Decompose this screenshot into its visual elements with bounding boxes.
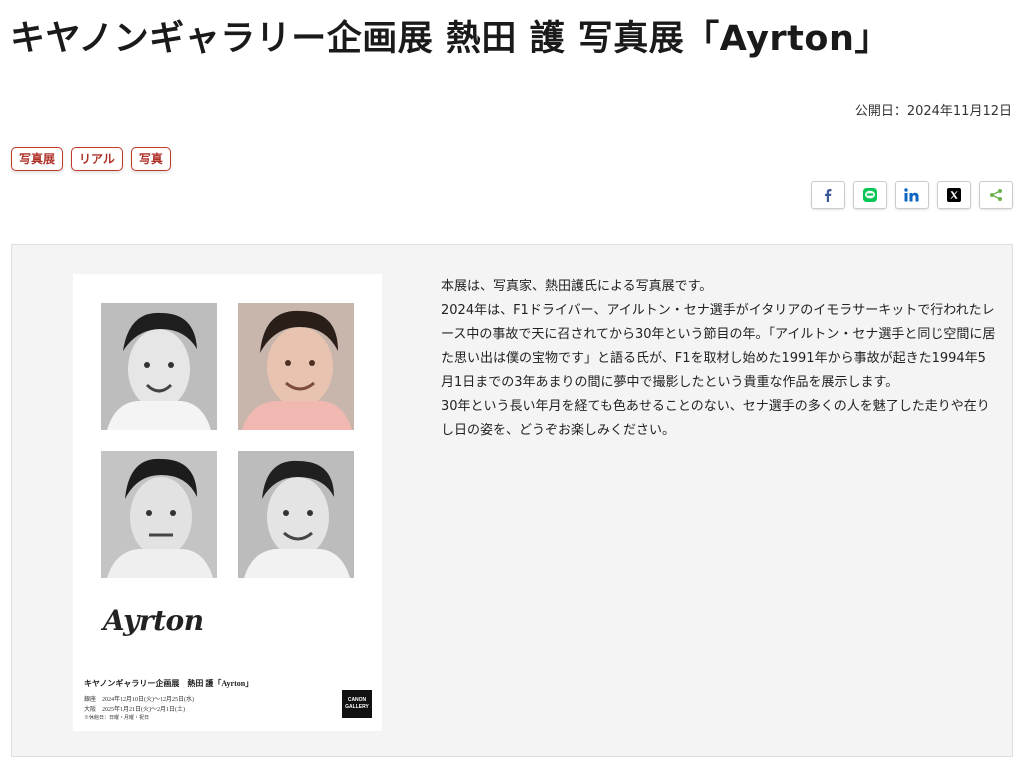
x-share-button[interactable] xyxy=(937,181,971,209)
publish-date: 公開日：2024年11月12日 xyxy=(854,104,1012,119)
portrait-photo-4 xyxy=(238,451,354,578)
tag-real[interactable]: リアル xyxy=(71,147,123,171)
gallery-badge-line1: CANON xyxy=(347,697,367,703)
exhibition-content: Ayrton キヤノンギャラリー企画展 熱田 護「Ayrton」 銀座 2024… xyxy=(11,244,1013,757)
portrait-photo-2-image xyxy=(238,303,354,430)
poster-closed-days: ※休館日：日曜・月曜・祝日 xyxy=(84,716,150,721)
gallery-badge-line2: GALLERY xyxy=(345,704,369,710)
exhibition-description: 本展は、写真家、熱田護氏による写真展です。 2024年は、F1ドライバー、アイル… xyxy=(441,275,997,443)
line-share-button[interactable] xyxy=(853,181,887,209)
poster-title: キヤノンギャラリー企画展 熱田 護「Ayrton」 xyxy=(84,679,254,688)
facebook-share-button[interactable] xyxy=(811,181,845,209)
poster-venue-ginza: 銀座 2024年12月10日(火)～12月25日(水) xyxy=(84,697,194,703)
share-icon xyxy=(990,189,1002,201)
portrait-photo-4-image xyxy=(238,451,354,578)
tag-photo-exhibition[interactable]: 写真展 xyxy=(11,147,64,171)
facebook-icon xyxy=(825,189,832,202)
poster-venue-osaka: 大阪 2025年1月21日(火)～2月1日(土) xyxy=(84,707,185,713)
poster-logo: Ayrton xyxy=(103,604,204,637)
description-paragraph-3: 30年という長い年月を経ても色あせることのない、セナ選手の多くの人を魅了した走り… xyxy=(441,399,990,438)
description-paragraph-1: 本展は、写真家、熱田護氏による写真展です。 xyxy=(441,279,713,294)
portrait-photo-3-image xyxy=(101,451,217,578)
portrait-photo-1-image xyxy=(101,303,217,430)
line-icon xyxy=(863,188,877,202)
share-buttons xyxy=(811,181,1013,209)
x-icon xyxy=(947,188,961,202)
linkedin-icon xyxy=(904,188,919,202)
portrait-photo-1 xyxy=(101,303,217,430)
page-title: キヤノンギャラリー企画展 熱田 護 写真展「Ayrton」 xyxy=(10,19,890,59)
canon-gallery-logo: CANON GALLERY xyxy=(342,690,372,718)
share-button[interactable] xyxy=(979,181,1013,209)
tag-list: 写真展 リアル 写真 xyxy=(11,147,171,171)
portrait-photo-2 xyxy=(238,303,354,430)
linkedin-share-button[interactable] xyxy=(895,181,929,209)
tag-photo[interactable]: 写真 xyxy=(130,147,171,171)
portrait-photo-3 xyxy=(101,451,217,578)
exhibition-poster: Ayrton キヤノンギャラリー企画展 熱田 護「Ayrton」 銀座 2024… xyxy=(73,274,382,731)
description-paragraph-2: 2024年は、F1ドライバー、アイルトン・セナ選手がイタリアのイモラサーキットで… xyxy=(441,303,996,390)
